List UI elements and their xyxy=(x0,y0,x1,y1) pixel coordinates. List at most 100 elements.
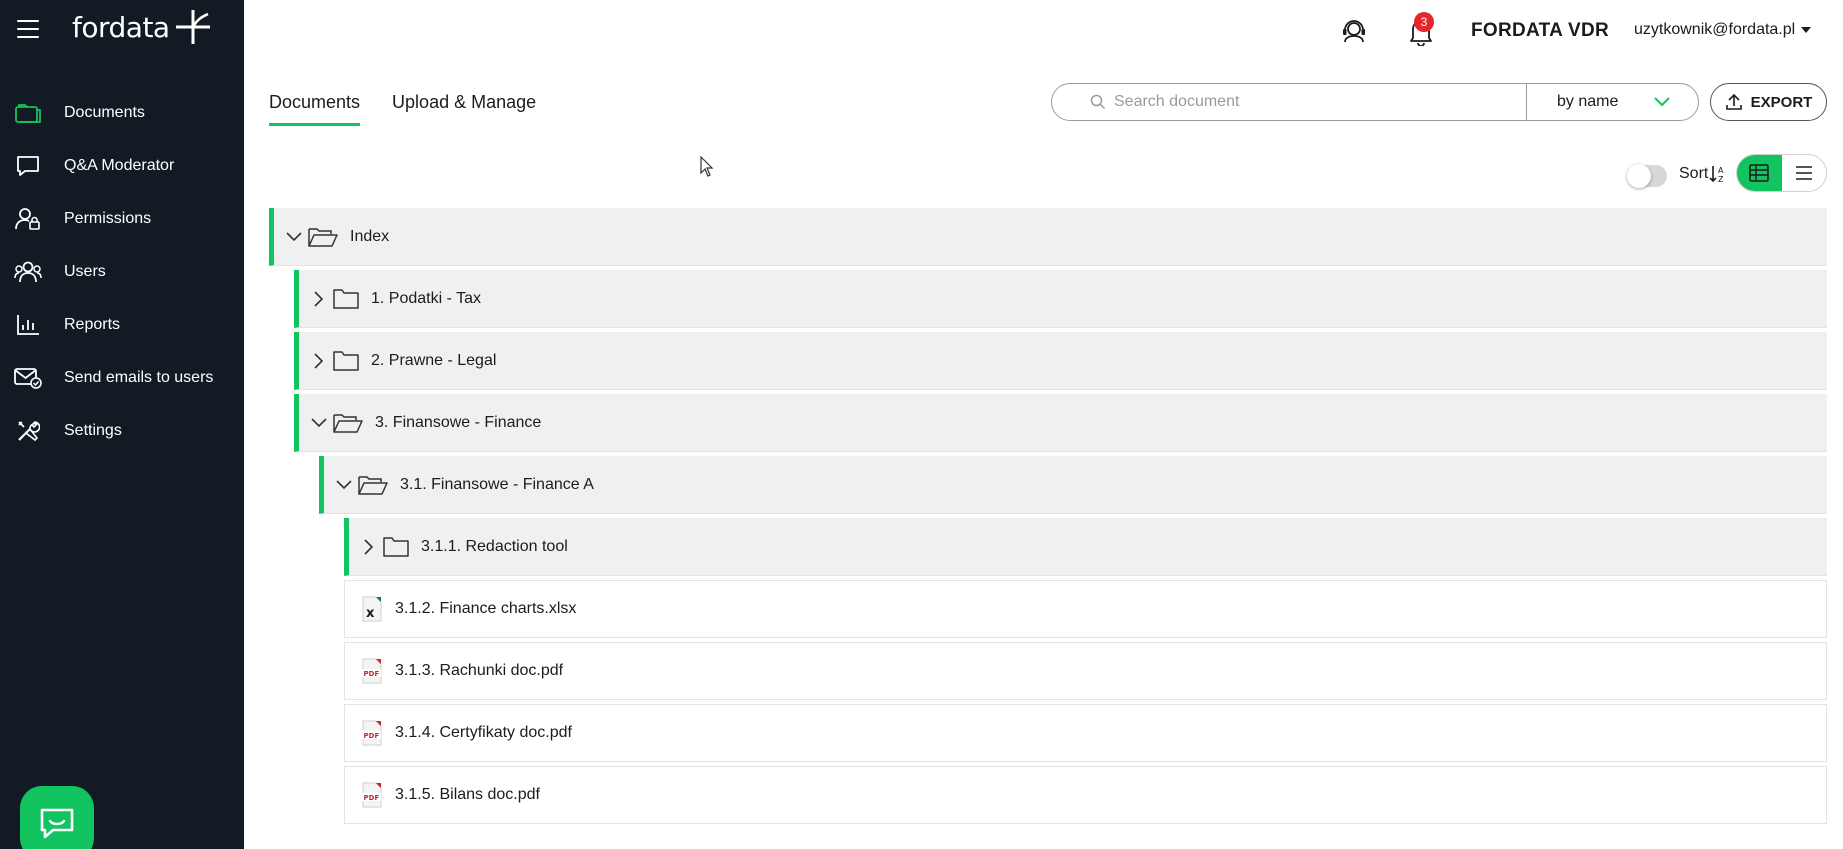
folder-row[interactable]: 3.1. Finansowe - Finance A xyxy=(319,456,1827,514)
sort-az-icon: AZ xyxy=(1709,166,1724,184)
table-view-icon xyxy=(1749,164,1770,182)
row-label: Index xyxy=(350,227,390,245)
chevron-down-icon[interactable] xyxy=(334,479,354,490)
file-row[interactable]: x 3.1.2. Finance charts.xlsx xyxy=(344,580,1827,638)
table-view-button[interactable] xyxy=(1737,155,1782,191)
svg-text:PDF: PDF xyxy=(364,732,380,740)
excel-file-icon: x xyxy=(361,596,383,622)
row-label: 3. Finansowe - Finance xyxy=(375,413,542,431)
row-label: 3.1. Finansowe - Finance A xyxy=(400,475,594,493)
sidebar-item-users[interactable]: Users xyxy=(0,245,244,298)
upload-icon xyxy=(1725,93,1742,110)
sidebar-item-label: Documents xyxy=(64,103,145,121)
svg-text:Z: Z xyxy=(1718,175,1724,184)
file-row[interactable]: PDF 3.1.5. Bilans doc.pdf xyxy=(344,766,1827,824)
chart-icon xyxy=(14,313,42,337)
sort-button[interactable]: Sort AZ xyxy=(1679,164,1728,184)
row-label: 1. Podatki - Tax xyxy=(371,289,481,307)
user-email: uzytkownik@fordata.pl xyxy=(1634,21,1796,38)
chevron-down-icon[interactable] xyxy=(284,231,304,242)
toggle-switch[interactable] xyxy=(1627,164,1667,188)
folder-open-icon xyxy=(308,226,338,248)
row-label: 3.1.1. Redaction tool xyxy=(421,537,568,555)
folder-icon xyxy=(383,536,409,558)
sidebar-item-send-emails[interactable]: Send emails to users xyxy=(0,351,244,404)
sidebar-item-qa-moderator[interactable]: Q&A Moderator xyxy=(0,139,244,192)
file-row[interactable]: PDF 3.1.4. Certyfikaty doc.pdf xyxy=(344,704,1827,762)
svg-text:x: x xyxy=(366,606,375,621)
row-label: 3.1.3. Rachunki doc.pdf xyxy=(395,662,564,679)
user-menu[interactable]: uzytkownik@fordata.pl xyxy=(1634,21,1812,39)
folder-row[interactable]: 3.1.1. Redaction tool xyxy=(344,518,1827,576)
user-lock-icon xyxy=(14,207,42,231)
search-icon xyxy=(1090,94,1106,110)
sidebar-item-label: Send emails to users xyxy=(64,368,214,386)
users-icon xyxy=(14,260,42,284)
chevron-right-icon[interactable] xyxy=(309,290,329,307)
folder-icon xyxy=(333,350,359,372)
svg-text:PDF: PDF xyxy=(364,794,380,802)
sidebar-item-label: Settings xyxy=(64,421,122,439)
sidebar-item-reports[interactable]: Reports xyxy=(0,298,244,351)
toggle-knob xyxy=(1627,164,1651,188)
folder-icon xyxy=(14,101,42,125)
folder-open-icon xyxy=(333,412,363,434)
export-button[interactable]: EXPORT xyxy=(1710,83,1827,121)
top-bar: 3 FORDATA VDR uzytkownik@fordata.pl xyxy=(244,0,1843,62)
svg-text:PDF: PDF xyxy=(364,670,380,678)
sidebar-nav: Documents Q&A Moderator Permissions User… xyxy=(0,86,244,457)
sidebar-item-documents[interactable]: Documents xyxy=(0,86,244,139)
logo[interactable]: fordata xyxy=(72,8,212,46)
tab-documents[interactable]: Documents xyxy=(269,92,361,126)
tools-icon xyxy=(14,419,42,443)
support-chat-button[interactable] xyxy=(20,786,94,849)
search-input[interactable] xyxy=(1114,93,1514,111)
row-label: 3.1.5. Bilans doc.pdf xyxy=(395,786,540,803)
view-toggle xyxy=(1736,154,1827,192)
sidebar-item-permissions[interactable]: Permissions xyxy=(0,192,244,245)
folder-row[interactable]: 3. Finansowe - Finance xyxy=(294,394,1827,452)
chevron-right-icon[interactable] xyxy=(309,352,329,369)
export-label: EXPORT xyxy=(1750,93,1813,111)
sort-label: Sort xyxy=(1679,165,1709,182)
tabs: Documents Upload & Manage xyxy=(269,92,568,126)
chat-bubble-icon xyxy=(40,808,74,839)
chevron-down-icon xyxy=(1654,97,1670,107)
notifications-badge: 3 xyxy=(1414,12,1434,32)
logo-text: fordata xyxy=(72,10,170,44)
list-view-icon xyxy=(1795,166,1812,180)
sidebar-item-label: Reports xyxy=(64,315,121,333)
sidebar-item-label: Users xyxy=(64,262,106,280)
sidebar-item-label: Permissions xyxy=(64,209,152,227)
folder-icon xyxy=(333,288,359,310)
search-bar: by name xyxy=(1051,83,1699,121)
chevron-right-icon[interactable] xyxy=(359,538,379,555)
svg-text:A: A xyxy=(1718,166,1724,175)
search-mode-value: by name xyxy=(1557,93,1619,110)
row-label: 3.1.2. Finance charts.xlsx xyxy=(395,600,577,617)
mouse-cursor-icon xyxy=(700,156,714,177)
pdf-file-icon: PDF xyxy=(361,720,383,746)
list-view-button[interactable] xyxy=(1782,155,1827,191)
file-row[interactable]: PDF 3.1.3. Rachunki doc.pdf xyxy=(344,642,1827,700)
row-label: 2. Prawne - Legal xyxy=(371,351,497,369)
menu-icon[interactable] xyxy=(17,20,39,38)
search-mode-select[interactable]: by name xyxy=(1527,84,1698,120)
pdf-file-icon: PDF xyxy=(361,658,383,684)
support-agent-icon[interactable] xyxy=(1341,18,1367,49)
logo-plus-icon xyxy=(175,10,210,44)
chevron-down-icon[interactable] xyxy=(309,417,329,428)
sidebar-item-label: Q&A Moderator xyxy=(64,156,175,174)
tab-upload-manage[interactable]: Upload & Manage xyxy=(392,92,536,126)
chat-icon xyxy=(14,154,42,178)
pdf-file-icon: PDF xyxy=(361,782,383,808)
sidebar-item-settings[interactable]: Settings xyxy=(0,404,244,457)
folder-open-icon xyxy=(358,474,388,496)
folder-row[interactable]: 1. Podatki - Tax xyxy=(294,270,1827,328)
caret-down-icon xyxy=(1801,27,1812,33)
vdr-name: FORDATA VDR xyxy=(1471,20,1610,41)
row-label: 3.1.4. Certyfikaty doc.pdf xyxy=(395,724,572,741)
mail-icon xyxy=(14,366,42,390)
folder-row[interactable]: 2. Prawne - Legal xyxy=(294,332,1827,390)
folder-row[interactable]: Index xyxy=(269,208,1827,266)
